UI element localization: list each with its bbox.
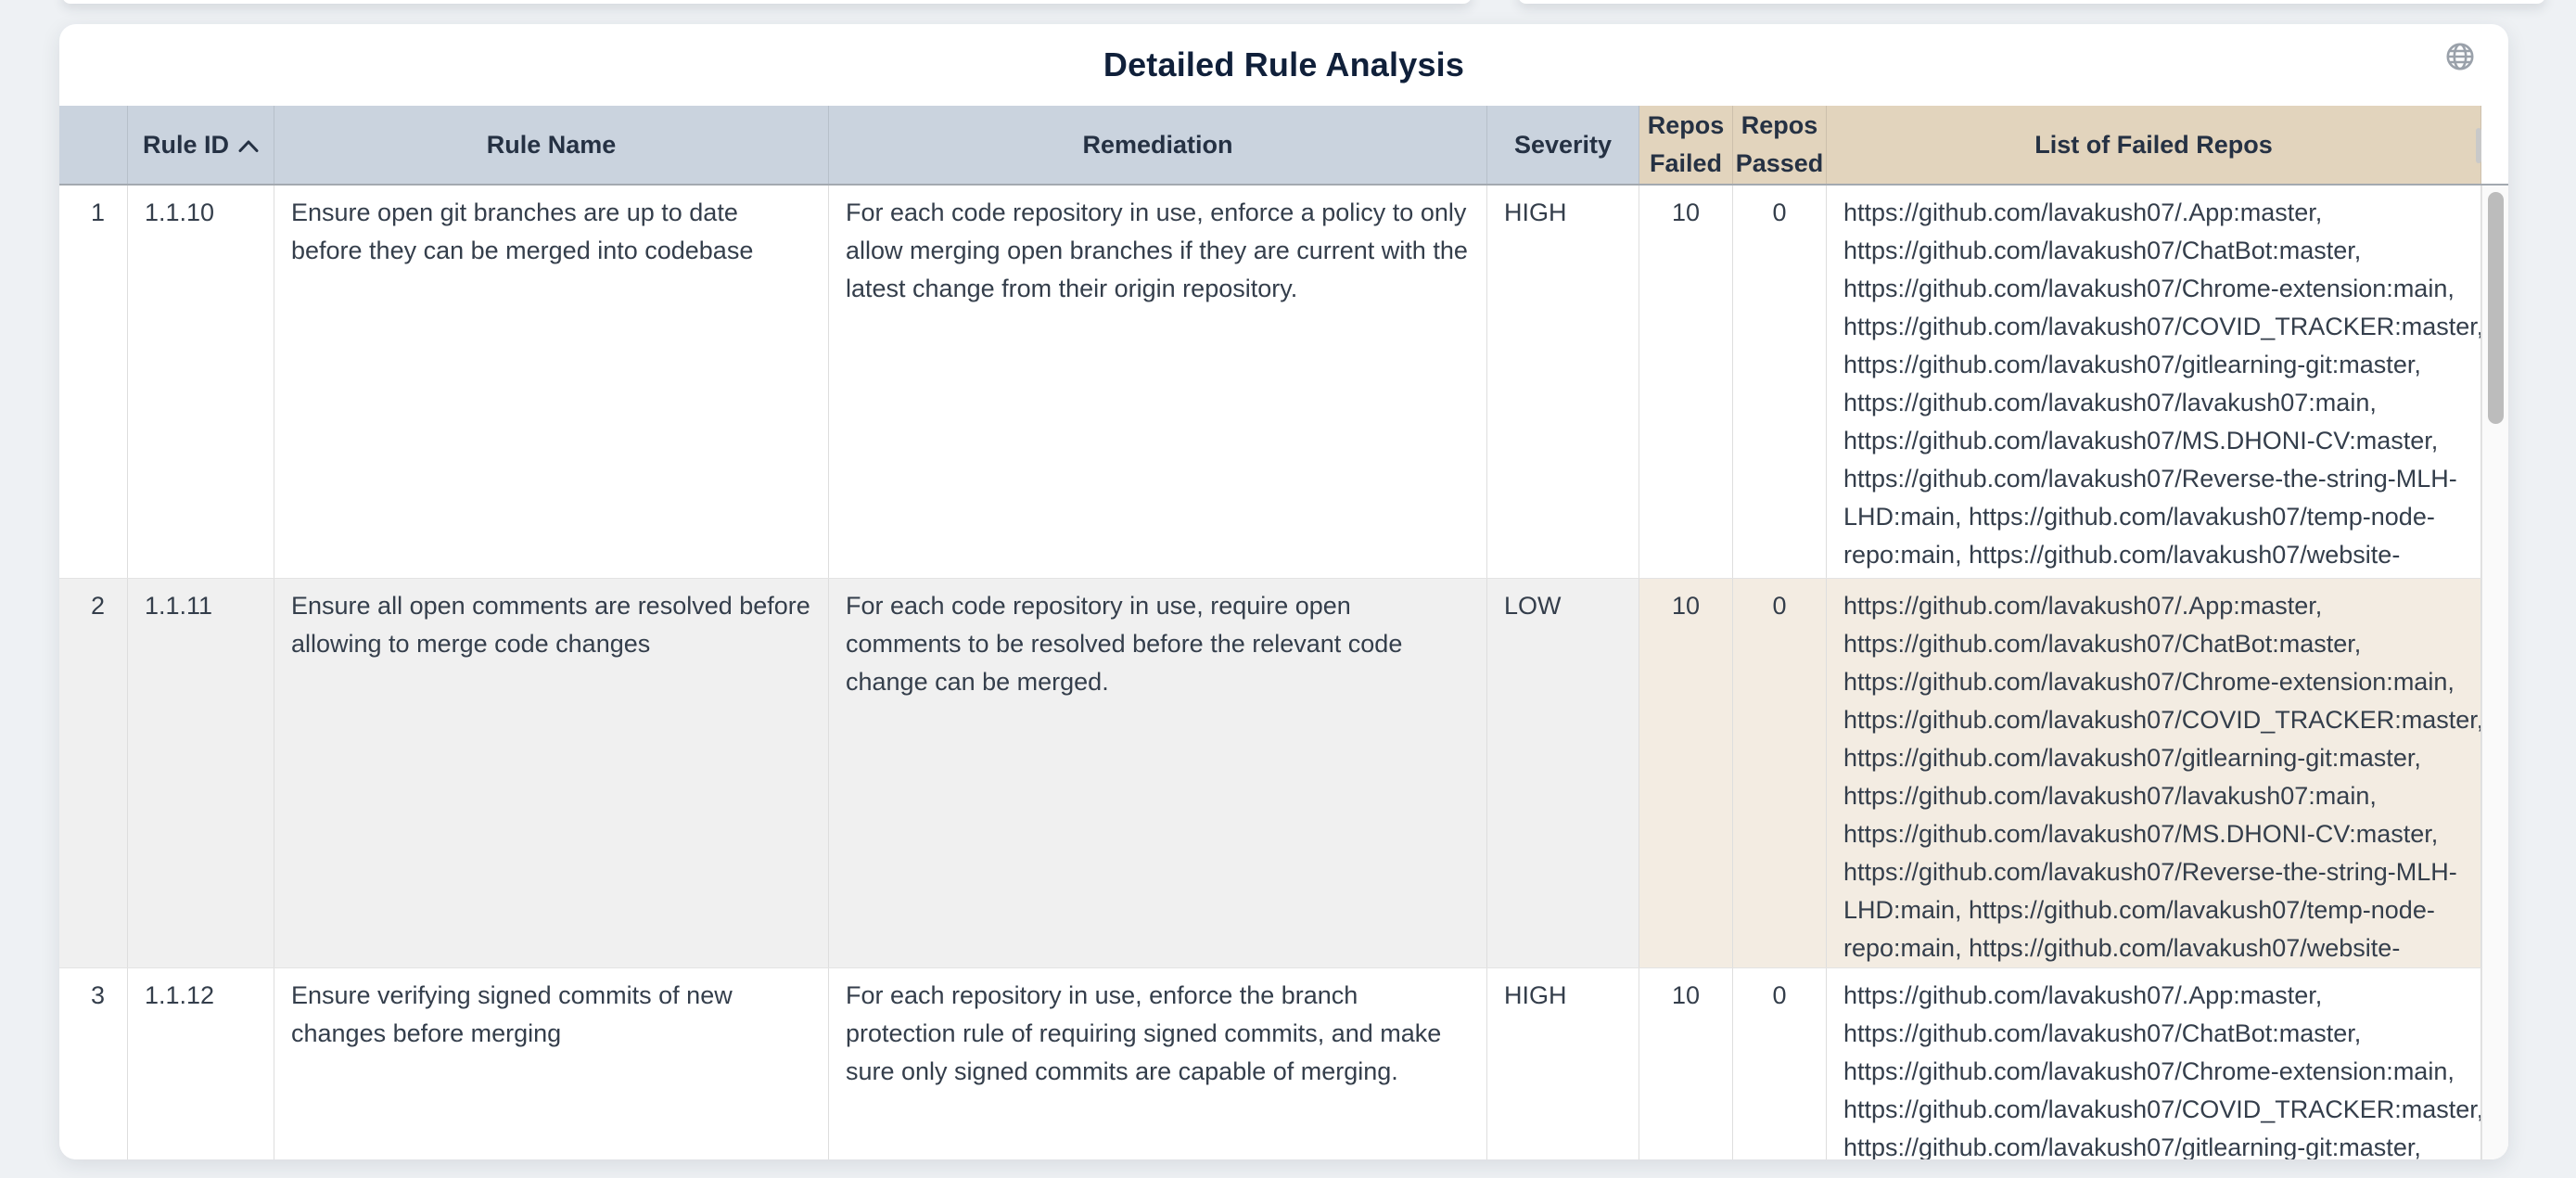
top-card-right: [1518, 0, 2545, 4]
header-cell-repos-passed: Repos Passed: [1733, 106, 1827, 184]
header-cell-rule-name: Rule Name: [274, 106, 829, 184]
header-label-rule-id: Rule ID: [143, 126, 229, 164]
scrollbar-thumb[interactable]: [2488, 192, 2504, 424]
cell-index: 2: [59, 579, 128, 967]
cell-repos-failed: 10: [1639, 186, 1733, 578]
rule-analysis-card: Detailed Rule Analysis Rule ID: [59, 24, 2508, 1159]
cell-failed-repos: https://github.com/lavakush07/.App:maste…: [1827, 579, 2481, 967]
cell-repos-failed: 10: [1639, 968, 1733, 1159]
cell-remediation: For each code repository in use, enforce…: [829, 186, 1487, 578]
cell-rule-id: 1.1.12: [128, 968, 274, 1159]
cell-index: 1: [59, 186, 128, 578]
cell-severity: HIGH: [1487, 968, 1639, 1159]
cell-failed-repos: https://github.com/lavakush07/.App:maste…: [1827, 968, 2481, 1159]
header-cell-repos-failed: Repos Failed: [1639, 106, 1733, 184]
table-row: 3 1.1.12 Ensure verifying signed commits…: [59, 968, 2508, 1159]
cell-rule-id: 1.1.11: [128, 579, 274, 967]
header-cell-rule-id[interactable]: Rule ID: [128, 106, 274, 184]
cell-rule-name: Ensure all open comments are resolved be…: [274, 579, 829, 967]
cell-remediation: For each code repository in use, require…: [829, 579, 1487, 967]
header-cell-severity: Severity: [1487, 106, 1639, 184]
vertical-scrollbar[interactable]: [2481, 186, 2508, 1159]
table-body: 1 1.1.10 Ensure open git branches are up…: [59, 186, 2508, 1159]
cell-rule-id: 1.1.10: [128, 186, 274, 578]
cell-remediation: For each repository in use, enforce the …: [829, 968, 1487, 1159]
page-title: Detailed Rule Analysis: [1103, 45, 1464, 84]
header-mini-scrollbar: [2476, 128, 2481, 163]
top-card-left: [62, 0, 1472, 4]
sort-ascending-icon[interactable]: [238, 126, 259, 164]
cell-repos-passed: 0: [1733, 579, 1827, 967]
cell-rule-name: Ensure open git branches are up to date …: [274, 186, 829, 578]
cell-rule-name: Ensure verifying signed commits of new c…: [274, 968, 829, 1159]
cell-failed-repos: https://github.com/lavakush07/.App:maste…: [1827, 186, 2481, 578]
table-header: Rule ID Rule Name Remediation Severity R…: [59, 106, 2508, 186]
table-row: 2 1.1.11 Ensure all open comments are re…: [59, 579, 2508, 968]
cell-repos-passed: 0: [1733, 186, 1827, 578]
page: Detailed Rule Analysis Rule ID: [0, 0, 2576, 1178]
cell-severity: HIGH: [1487, 186, 1639, 578]
cell-severity: LOW: [1487, 579, 1639, 967]
table-row: 1 1.1.10 Ensure open git branches are up…: [59, 186, 2508, 579]
globe-icon[interactable]: [2445, 42, 2475, 71]
cell-repos-passed: 0: [1733, 968, 1827, 1159]
header-scrollbar-gutter: [2481, 106, 2508, 184]
cell-index: 3: [59, 968, 128, 1159]
card-header: Detailed Rule Analysis: [59, 24, 2508, 106]
cell-repos-failed: 10: [1639, 579, 1733, 967]
header-cell-failed-repos: List of Failed Repos: [1827, 106, 2481, 184]
header-cell-index: [59, 106, 128, 184]
header-cell-remediation: Remediation: [829, 106, 1487, 184]
